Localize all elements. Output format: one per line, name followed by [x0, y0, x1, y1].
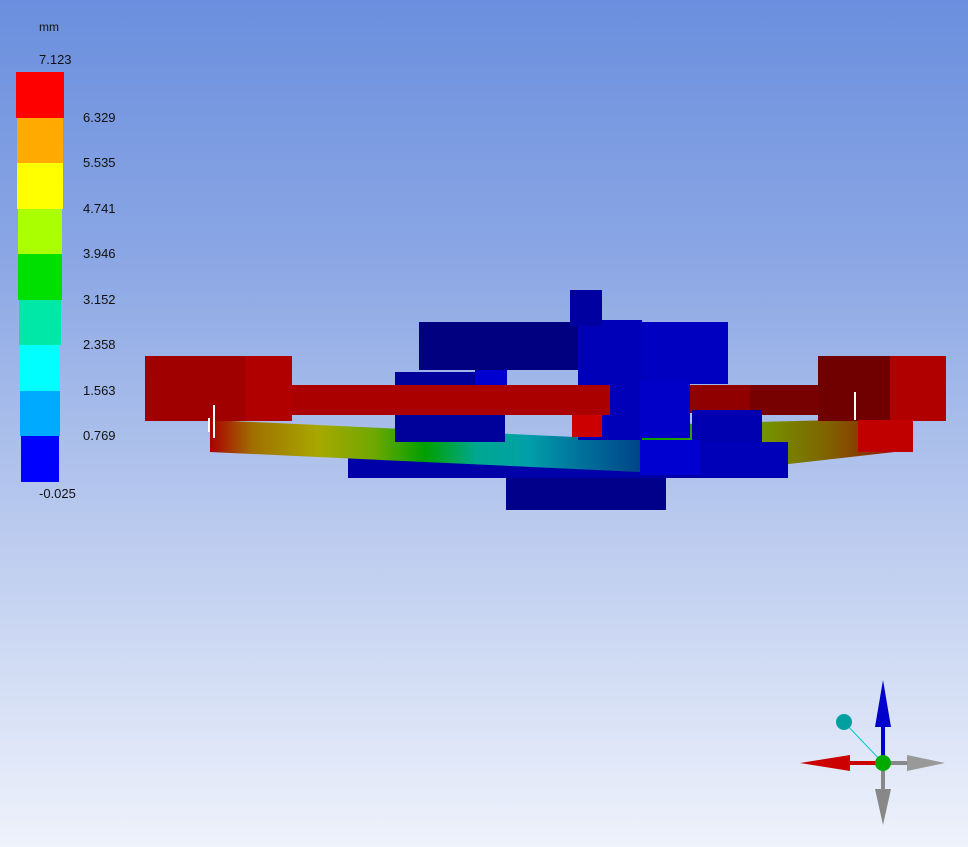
legend-band-1: [16, 72, 64, 118]
legend-band-3: [17, 163, 63, 209]
legend-unit: mm: [39, 20, 59, 34]
legend-label: 0.769: [83, 428, 116, 443]
legend-label: 3.152: [83, 291, 116, 307]
triad-center-ball[interactable]: [875, 755, 891, 771]
model-front-block-c: [640, 440, 700, 475]
legend-label: 1.563: [83, 382, 116, 398]
legend-band-6: [19, 299, 61, 345]
legend-band-5: [18, 254, 62, 300]
legend-band-7: [19, 345, 61, 391]
model-right-end-block: [890, 356, 946, 421]
legend-band-9: [20, 436, 60, 482]
model-right-lower-block: [858, 420, 913, 452]
model-top-block-right: [640, 322, 728, 384]
triad-y-arrow-icon: [875, 680, 891, 727]
contour-legend: mm 7.123 6.329 5.535 4.741 3.946 3.152 2.358 1…: [0, 0, 140, 520]
model-top-block-left: [419, 322, 579, 370]
axis-triad[interactable]: [795, 675, 955, 835]
legend-band-4: [17, 208, 63, 254]
legend-min-label: -0.025: [39, 486, 76, 501]
model-top-post: [570, 290, 602, 326]
model-front-block-a: [640, 380, 690, 438]
legend-label: 3.946: [83, 246, 116, 261]
legend-label: 4.741: [83, 200, 116, 216]
triad-iso-ball[interactable]: [836, 714, 852, 730]
model-right-end-dark: [818, 356, 898, 421]
model-front-block-b: [692, 410, 762, 445]
triad-z-arrow-icon: [875, 789, 891, 825]
triad-x-arrow-icon: [800, 755, 850, 771]
legend-label: 6.329: [83, 109, 116, 125]
model-left-end-face: [145, 356, 245, 421]
legend-label: 5.535: [83, 155, 116, 170]
legend-max-label: 7.123: [39, 52, 72, 67]
legend-band-8: [20, 390, 60, 436]
model-front-block-d: [700, 442, 788, 477]
legend-label: 2.358: [83, 337, 116, 352]
legend-band-2: [16, 117, 64, 163]
model-base-block: [506, 475, 666, 510]
model-red-stub: [572, 415, 602, 437]
triad-neg-x-arrow-icon: [907, 755, 945, 771]
